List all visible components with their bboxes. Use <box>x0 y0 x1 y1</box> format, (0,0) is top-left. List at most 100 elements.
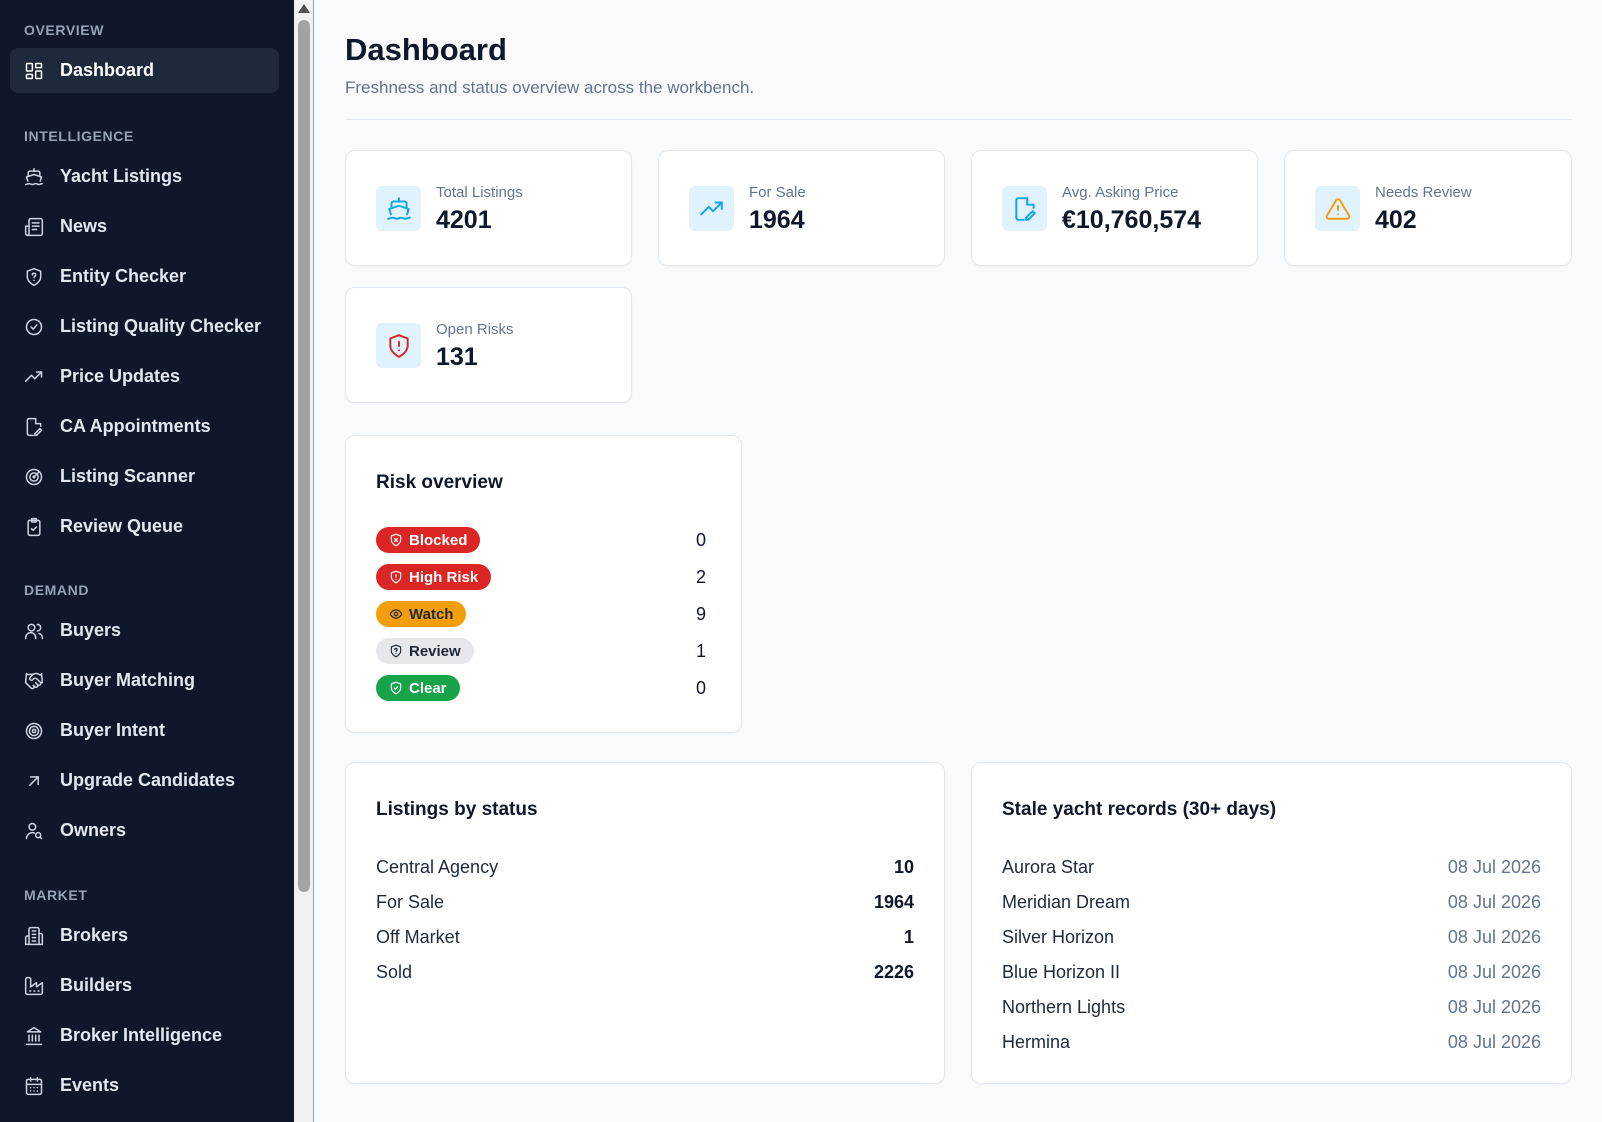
sidebar-item-buyer-intent[interactable]: Buyer Intent <box>10 708 279 753</box>
stale-record-row[interactable]: Aurora Star 08 Jul 2026 <box>1002 857 1541 881</box>
radar-icon <box>24 467 44 487</box>
sidebar-item-builders[interactable]: Builders <box>10 963 279 1008</box>
sidebar-item-label: Builders <box>60 975 133 995</box>
sidebar-item-yacht-listings[interactable]: Yacht Listings <box>10 154 279 199</box>
sidebar-item-listing-scanner[interactable]: Listing Scanner <box>10 454 279 499</box>
status-count: 10 <box>893 857 914 877</box>
handshake-icon <box>24 671 44 691</box>
yacht-name: Silver Horizon <box>1002 927 1115 947</box>
user-search-icon <box>24 821 44 841</box>
page-title: Dashboard <box>345 32 507 67</box>
building-icon <box>24 926 44 946</box>
newspaper-icon <box>24 217 44 237</box>
stat-label: For Sale <box>749 184 806 201</box>
status-badge[interactable]: Blocked <box>376 527 481 553</box>
stat-card-for-sale[interactable]: For Sale 1964 <box>658 150 945 266</box>
stat-card-needs-review[interactable]: Needs Review 402 <box>1284 150 1572 266</box>
scroll-up-arrow-icon[interactable] <box>298 4 310 13</box>
record-date: 08 Jul 2026 <box>1447 962 1541 982</box>
factory-icon <box>24 976 44 996</box>
badge-label: Watch <box>409 605 454 623</box>
stale-record-row[interactable]: Meridian Dream 08 Jul 2026 <box>1002 892 1541 916</box>
sidebar-item-price-updates[interactable]: Price Updates <box>10 354 279 399</box>
sidebar-item-ca-appointments[interactable]: CA Appointments <box>10 404 279 449</box>
file-edit-icon <box>24 417 44 437</box>
risk-row-watch: Watch 9 <box>376 601 706 629</box>
risk-row-high-risk: High Risk 2 <box>376 564 706 592</box>
status-count: 1964 <box>873 892 914 912</box>
status-label: For Sale <box>376 892 445 912</box>
page-subtitle: Freshness and status overview across the… <box>345 78 755 97</box>
risk-count: 0 <box>695 678 706 698</box>
status-row[interactable]: For Sale 1964 <box>376 892 914 916</box>
users-icon <box>24 621 44 641</box>
sidebar-item-label: Buyer Matching <box>60 670 196 690</box>
sidebar-item-news[interactable]: News <box>10 204 279 249</box>
stat-value: 402 <box>1375 206 1417 234</box>
sidebar-item-buyer-matching[interactable]: Buyer Matching <box>10 658 279 703</box>
stat-card-avg-asking-price[interactable]: Avg. Asking Price €10,760,574 <box>971 150 1258 266</box>
stat-card-open-risks[interactable]: Open Risks 131 <box>345 287 632 403</box>
dashboard-grid-icon <box>24 61 44 81</box>
sidebar-item-label: Review Queue <box>60 516 184 536</box>
status-row[interactable]: Sold 2226 <box>376 962 914 986</box>
status-label: Off Market <box>376 927 460 947</box>
stale-record-row[interactable]: Silver Horizon 08 Jul 2026 <box>1002 927 1541 951</box>
sidebar-item-label: Price Updates <box>60 366 181 386</box>
sidebar-item-label: Brokers <box>60 925 129 945</box>
main-content: Dashboard Freshness and status overview … <box>314 0 1602 1122</box>
arrow-up-right-icon <box>24 771 44 791</box>
sidebar-item-owners[interactable]: Owners <box>10 808 279 853</box>
badge-label: High Risk <box>409 568 479 586</box>
warning-triangle-icon <box>1315 186 1360 231</box>
record-date: 08 Jul 2026 <box>1447 892 1541 912</box>
sidebar-item-review-queue[interactable]: Review Queue <box>10 504 279 549</box>
status-row[interactable]: Off Market 1 <box>376 927 914 951</box>
status-badge[interactable]: Watch <box>376 601 467 627</box>
sidebar-item-broker-intelligence[interactable]: Broker Intelligence <box>10 1013 279 1058</box>
sidebar-item-label: Entity Checker <box>60 266 187 286</box>
sidebar-scrollbar[interactable] <box>294 0 314 1122</box>
target-icon <box>24 721 44 741</box>
sidebar: OVERVIEW Dashboard INTELLIGENCE Yacht Li… <box>0 0 294 1122</box>
listings-by-status-card: Listings by status Central Agency 10 For… <box>345 762 945 1084</box>
sidebar-item-upgrade-candidates[interactable]: Upgrade Candidates <box>10 758 279 803</box>
stale-record-row[interactable]: Northern Lights 08 Jul 2026 <box>1002 997 1541 1021</box>
ship-icon <box>376 186 421 231</box>
stale-record-row[interactable]: Hermina 08 Jul 2026 <box>1002 1032 1541 1056</box>
stale-records-card: Stale yacht records (30+ days) Aurora St… <box>971 762 1572 1084</box>
nav-section-market: MARKET <box>24 887 88 903</box>
sidebar-item-entity-checker[interactable]: Entity Checker <box>10 254 279 299</box>
sidebar-item-label: News <box>60 216 108 236</box>
stat-value: €10,760,574 <box>1062 206 1202 234</box>
status-label: Central Agency <box>376 857 499 877</box>
check-circle-icon <box>24 317 44 337</box>
status-row[interactable]: Central Agency 10 <box>376 857 914 881</box>
stat-label: Total Listings <box>436 184 523 201</box>
sidebar-item-events[interactable]: Events <box>10 1063 279 1108</box>
nav-section-intelligence: INTELLIGENCE <box>24 128 134 144</box>
sidebar-item-label: Buyers <box>60 620 122 640</box>
sidebar-item-listing-quality-checker[interactable]: Listing Quality Checker <box>10 304 279 349</box>
shield-alert-icon <box>376 323 421 368</box>
sidebar-item-brokers[interactable]: Brokers <box>10 913 279 958</box>
stat-card-total-listings[interactable]: Total Listings 4201 <box>345 150 632 266</box>
record-date: 08 Jul 2026 <box>1447 1032 1541 1052</box>
status-count: 2226 <box>873 962 914 982</box>
badge-label: Blocked <box>409 531 468 549</box>
sidebar-item-buyers[interactable]: Buyers <box>10 608 279 653</box>
stale-record-row[interactable]: Blue Horizon II 08 Jul 2026 <box>1002 962 1541 986</box>
status-count: 1 <box>903 927 914 947</box>
status-badge[interactable]: Review <box>376 638 474 664</box>
status-badge[interactable]: Clear <box>376 675 460 701</box>
status-badge[interactable]: High Risk <box>376 564 492 590</box>
risk-count: 2 <box>695 567 706 587</box>
header-divider <box>345 119 1572 120</box>
risk-row-clear: Clear 0 <box>376 675 706 703</box>
sidebar-item-dashboard[interactable]: Dashboard <box>10 48 279 93</box>
risk-count: 0 <box>695 530 706 550</box>
yacht-name: Aurora Star <box>1002 857 1095 877</box>
scrollbar-thumb[interactable] <box>298 20 310 892</box>
card-title: Stale yacht records (30+ days) <box>1002 799 1277 820</box>
stat-label: Avg. Asking Price <box>1062 184 1179 201</box>
